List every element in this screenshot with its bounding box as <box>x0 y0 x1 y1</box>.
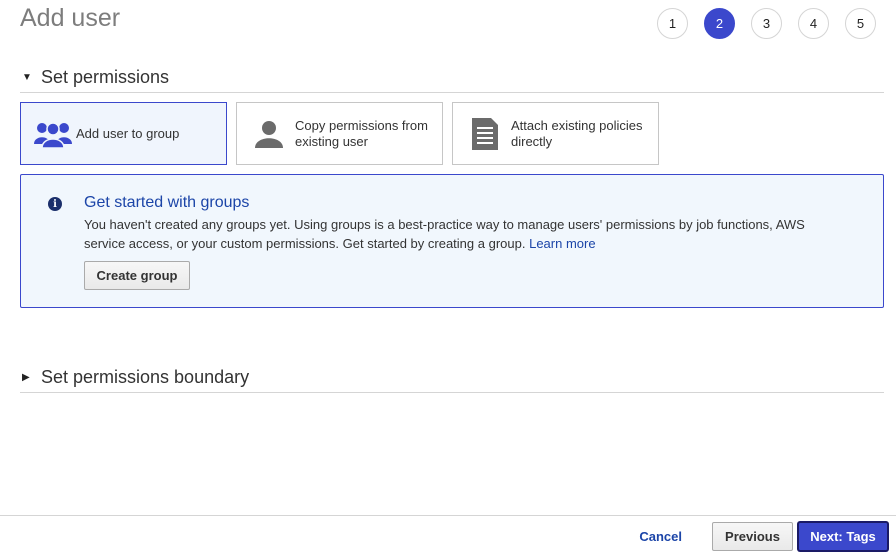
previous-button[interactable]: Previous <box>712 522 793 551</box>
info-body: You haven't created any groups yet. Usin… <box>84 217 805 251</box>
option-add-user-to-group[interactable]: Add user to group <box>20 102 227 165</box>
permission-options: Add user to group Copy permissions from … <box>20 102 659 165</box>
next-tags-button[interactable]: Next: Tags <box>798 522 888 551</box>
info-icon: i <box>48 197 62 211</box>
caret-right-icon: ▶ <box>22 371 30 383</box>
wizard-footer: Cancel Previous Next: Tags <box>0 515 896 554</box>
option-label: Add user to group <box>76 125 180 141</box>
cancel-button[interactable]: Cancel <box>639 529 682 544</box>
caret-down-icon: ▼ <box>22 71 32 83</box>
step-1[interactable]: 1 <box>657 8 688 39</box>
user-icon <box>249 118 289 150</box>
info-text: You haven't created any groups yet. Usin… <box>84 215 843 253</box>
option-copy-permissions[interactable]: Copy permissions from existing user <box>236 102 443 165</box>
page-title: Add user <box>20 4 121 32</box>
step-5[interactable]: 5 <box>845 8 876 39</box>
step-4[interactable]: 4 <box>798 8 829 39</box>
section-title: Set permissions <box>41 66 170 87</box>
step-2[interactable]: 2 <box>704 8 735 39</box>
option-label: Copy permissions from existing user <box>295 117 428 149</box>
info-title: Get started with groups <box>84 194 250 211</box>
section-title: Set permissions boundary <box>41 366 250 387</box>
document-icon <box>465 117 505 150</box>
learn-more-link[interactable]: Learn more <box>529 236 595 251</box>
set-permissions-header[interactable]: ▼ Set permissions <box>20 66 884 93</box>
get-started-info-box: i Get started with groups You haven't cr… <box>20 174 884 308</box>
group-icon <box>33 118 73 150</box>
create-group-button[interactable]: Create group <box>84 261 190 290</box>
option-attach-policies[interactable]: Attach existing policies directly <box>452 102 659 165</box>
option-label: Attach existing policies directly <box>511 117 643 149</box>
step-3[interactable]: 3 <box>751 8 782 39</box>
wizard-stepper: 1 2 3 4 5 <box>657 8 876 39</box>
set-permissions-boundary-header[interactable]: ▶ Set permissions boundary <box>20 366 884 393</box>
